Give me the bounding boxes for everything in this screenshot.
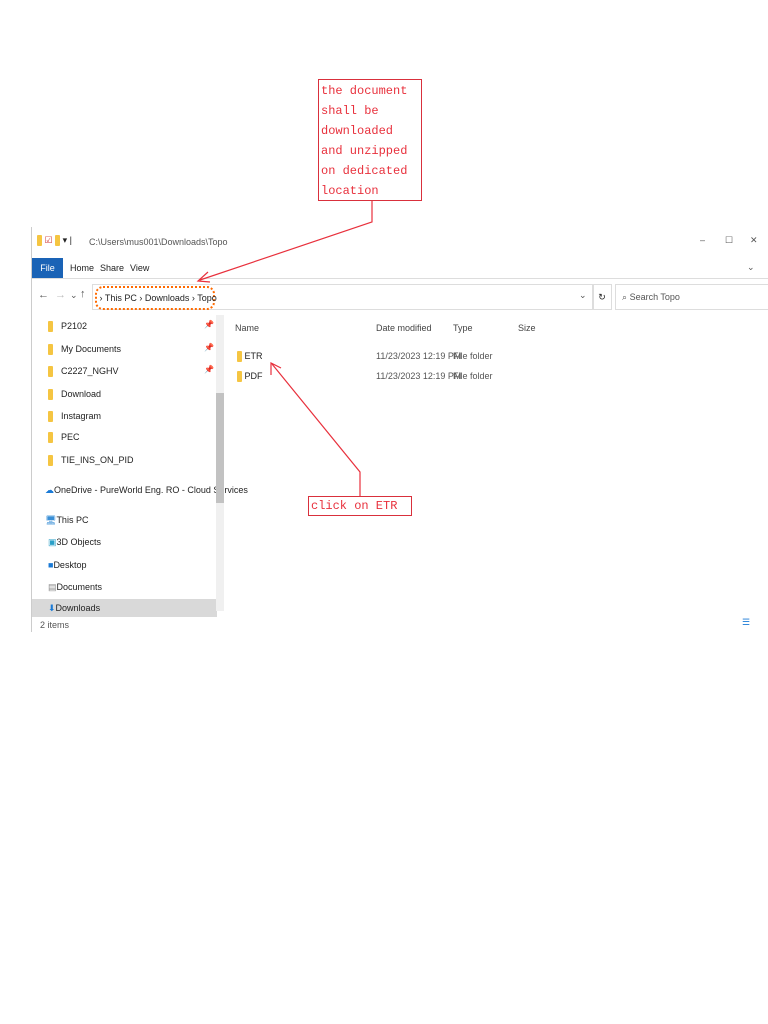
file-explorer-window: ☑ ▾ | C:\Users\mus001\Downloads\Topo – ☐… (31, 227, 768, 632)
annotation-callout-bottom: click on ETR (308, 496, 412, 516)
breadcrumb: › This PC › Downloads › Topo (95, 286, 217, 310)
sidebar-item-downloads[interactable]: ⬇Downloads (32, 599, 217, 617)
sidebar-item-desktop[interactable]: ■Desktop (48, 556, 86, 574)
window-title: C:\Users\mus001\Downloads\Topo (89, 237, 228, 247)
pin-icon: 📌 (204, 365, 214, 374)
column-header-size[interactable]: Size (518, 323, 536, 333)
scrollbar-thumb[interactable] (216, 393, 224, 503)
sidebar-item-instagram[interactable]: Instagram (48, 407, 101, 425)
search-icon: ⌕ (622, 292, 628, 302)
cube-icon: ▣ (48, 537, 57, 547)
document-icon: ▤ (48, 582, 57, 592)
tab-file[interactable]: File (32, 258, 63, 278)
scrollbar[interactable] (216, 315, 224, 611)
sidebar-item-documents[interactable]: ▤Documents (48, 578, 102, 596)
close-button[interactable]: ✕ (750, 235, 758, 246)
address-bar[interactable]: › This PC › Downloads › Topo ⌄ (92, 284, 594, 310)
ribbon: File Home Share View ⌄ (32, 258, 768, 279)
maximize-button[interactable]: ☐ (725, 235, 733, 246)
file-row-pdf[interactable]: PDF 11/23/2023 12:19 PM File folder (237, 368, 493, 384)
refresh-button[interactable]: ↻ (592, 284, 612, 310)
sidebar-item-c2227[interactable]: C2227_NGHV (48, 362, 119, 380)
crumb-downloads[interactable]: Downloads (145, 293, 190, 303)
column-header-name[interactable]: Name (235, 323, 259, 333)
cloud-icon: ☁ (45, 485, 54, 495)
expand-ribbon-icon[interactable]: ⌄ (747, 262, 755, 273)
navigation-pane: P2102 📌 My Documents 📌 C2227_NGHV 📌 Down… (32, 315, 248, 617)
tab-home[interactable]: Home (70, 263, 94, 273)
address-dropdown[interactable]: ⌄ (579, 290, 587, 301)
folder-icon (237, 351, 242, 363)
search-box[interactable]: ⌕ Search Topo (615, 284, 768, 310)
sidebar-item-p2102[interactable]: P2102 (48, 317, 87, 335)
download-icon: ⬇ (48, 603, 56, 613)
tab-view[interactable]: View (130, 263, 149, 273)
up-button[interactable]: ↑ (80, 288, 86, 300)
crumb-this-pc[interactable]: This PC (105, 293, 137, 303)
pin-icon: 📌 (204, 343, 214, 352)
back-button[interactable]: ← (38, 289, 49, 301)
sidebar-item-my-documents[interactable]: My Documents (48, 340, 121, 358)
file-row-etr[interactable]: ETR 11/23/2023 12:19 PM File folder (237, 348, 493, 364)
pin-icon: 📌 (204, 320, 214, 329)
annotation-callout-top: the document shall be downloaded and unz… (318, 79, 422, 201)
forward-button[interactable]: → (55, 289, 66, 301)
quick-access-toolbar: ☑ ▾ | (37, 235, 72, 247)
sidebar-item-tie-ins[interactable]: TIE_INS_ON_PID (48, 451, 134, 469)
sidebar-item-this-pc[interactable]: 🖥This PC (45, 511, 88, 529)
sidebar-item-3d-objects[interactable]: ▣3D Objects (48, 533, 101, 551)
recent-dropdown[interactable]: ⌄ (70, 290, 78, 301)
sidebar-item-download[interactable]: Download (48, 385, 101, 403)
column-header-type[interactable]: Type (453, 323, 473, 333)
tab-share[interactable]: Share (100, 263, 124, 273)
folder-icon (237, 371, 242, 383)
sidebar-item-pec[interactable]: PEC (48, 428, 80, 446)
search-placeholder: Search Topo (629, 292, 680, 302)
crumb-topo[interactable]: Topo (197, 293, 217, 303)
column-header-date[interactable]: Date modified (376, 323, 432, 333)
status-item-count: 2 items (40, 620, 70, 630)
minimize-button[interactable]: – (700, 235, 705, 245)
details-view-icon[interactable]: ☰ (742, 617, 750, 628)
pc-icon: 🖥 (45, 515, 57, 525)
